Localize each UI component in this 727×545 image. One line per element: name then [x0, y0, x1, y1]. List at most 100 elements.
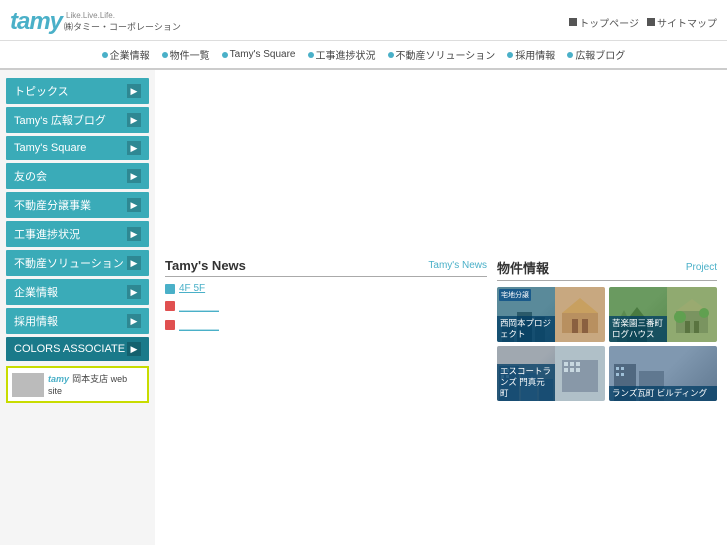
news-item-1: ＿＿＿＿ — [165, 298, 487, 313]
nav-label-6: 広報ブログ — [575, 47, 625, 62]
nav-dot-6 — [567, 52, 573, 58]
prop-overlay-1: 苦楽園三番町 ログハウス — [609, 316, 667, 342]
nav-item-2[interactable]: Tamy's Square — [218, 45, 300, 64]
sidebar-item-blog[interactable]: Tamy's 広報ブログ ▶ — [6, 107, 149, 133]
news-header: Tamy's News Tamy's News — [165, 258, 487, 277]
sidebar-arrow-blog: ▶ — [127, 113, 141, 127]
top-spacer — [165, 78, 717, 258]
nav-label-2: Tamy's Square — [230, 49, 296, 60]
page-wrapper: tamy Like.Live.Life. ㈱タミー・コーポレーション トップペー… — [0, 0, 727, 545]
company-name: ㈱タミー・コーポレーション — [64, 20, 181, 33]
prop-img-2: エスコートランズ 門真元町 — [497, 346, 555, 401]
sidebar-arrow-tomonokai: ▶ — [127, 169, 141, 183]
nav-item-6[interactable]: 広報ブログ — [563, 45, 629, 64]
tagline: Like.Live.Life. — [66, 11, 181, 21]
prop-card-3[interactable]: ランズ瓦町 ビルディング — [609, 346, 717, 401]
sidebar-item-tomonokai[interactable]: 友の会 ▶ — [6, 163, 149, 189]
nav-item-4[interactable]: 不動産ソリューション — [384, 45, 500, 64]
news-item-link-0[interactable]: 4F 5F — [179, 283, 205, 294]
header-link-sitemap[interactable]: サイトマップ — [647, 15, 717, 30]
sidebar-item-topics[interactable]: トピックス ▶ — [6, 78, 149, 104]
properties-header: 物件情報 Project — [497, 258, 717, 281]
prop-right-svg-2 — [558, 352, 602, 396]
prop-overlay-2: エスコートランズ 門真元町 — [497, 364, 555, 401]
sidebar-item-company[interactable]: 企業情報 ▶ — [6, 279, 149, 305]
sidebar-label-solution: 不動産ソリューション — [14, 255, 124, 271]
sidebar-arrow-company: ▶ — [127, 285, 141, 299]
sidebar-arrow-square: ▶ — [127, 141, 141, 155]
sidebar-item-square[interactable]: Tamy's Square ▶ — [6, 136, 149, 160]
main-content: トピックス ▶ Tamy's 広報ブログ ▶ Tamy's Square ▶ 友… — [0, 70, 727, 545]
prop-img-1: 苦楽園三番町 ログハウス — [609, 287, 667, 342]
home-icon — [569, 18, 577, 26]
branch-info: tamy 岡本支店 web site — [48, 372, 143, 397]
nav-dot-3 — [308, 52, 314, 58]
content-columns: Tamy's News Tamy's News 4F 5F ＿＿＿＿ ＿＿＿＿ — [165, 258, 717, 545]
nav-label-4: 不動産ソリューション — [396, 47, 496, 62]
sidebar-label-tomonokai: 友の会 — [14, 168, 47, 184]
nav-item-0[interactable]: 企業情報 — [98, 45, 154, 64]
news-item-link-2[interactable]: ＿＿＿＿ — [179, 317, 219, 332]
prop-img-3: ランズ瓦町 ビルディング — [609, 346, 717, 401]
logo-info: Like.Live.Life. ㈱タミー・コーポレーション — [62, 11, 181, 34]
prop-card-bg-1: 苦楽園三番町 ログハウス — [609, 287, 717, 342]
nav-bar: 企業情報 物件一覧 Tamy's Square 工事進捗状況 不動産ソリューショ… — [0, 41, 727, 70]
sidebar-label-recruit: 採用情報 — [14, 313, 58, 329]
news-section: Tamy's News Tamy's News 4F 5F ＿＿＿＿ ＿＿＿＿ — [165, 258, 487, 545]
nav-dot-0 — [102, 52, 108, 58]
news-link[interactable]: Tamy's News — [428, 260, 487, 271]
news-item-link-1[interactable]: ＿＿＿＿ — [179, 298, 219, 313]
prop-overlay-3: ランズ瓦町 ビルディング — [609, 386, 717, 401]
header: tamy Like.Live.Life. ㈱タミー・コーポレーション トップペー… — [0, 0, 727, 41]
prop-card-bg-3: ランズ瓦町 ビルディング — [609, 346, 717, 401]
nav-label-3: 工事進捗状況 — [316, 47, 376, 62]
prop-img-0: 宅地分譲 西岡本プロジェクト — [497, 287, 555, 342]
nav-dot-4 — [388, 52, 394, 58]
prop-card-0[interactable]: 宅地分譲 西岡本プロジェクト — [497, 287, 605, 342]
sidebar-item-realestate[interactable]: 不動産分譲事業 ▶ — [6, 192, 149, 218]
sidebar-label-colors: COLORS ASSOCIATE — [14, 343, 125, 355]
sidebar-label-construction: 工事進捗状況 — [14, 226, 80, 242]
sitemap-icon — [647, 18, 655, 26]
header-links: トップページ サイトマップ — [569, 15, 717, 30]
sidebar-item-construction[interactable]: 工事進捗状況 ▶ — [6, 221, 149, 247]
sidebar-item-solution[interactable]: 不動産ソリューション ▶ — [6, 250, 149, 276]
sidebar-label-realestate: 不動産分譲事業 — [14, 197, 91, 213]
news-title: Tamy's News — [165, 258, 246, 273]
nav-dot-1 — [162, 52, 168, 58]
sidebar-label-blog: Tamy's 広報ブログ — [14, 112, 106, 128]
content-area: Tamy's News Tamy's News 4F 5F ＿＿＿＿ ＿＿＿＿ — [155, 70, 727, 545]
sitemap-label: サイトマップ — [657, 15, 717, 30]
news-icon-2 — [165, 320, 175, 330]
sidebar-branch[interactable]: tamy 岡本支店 web site — [6, 366, 149, 403]
prop-right-svg-1 — [670, 293, 714, 337]
nav-label-0: 企業情報 — [110, 47, 150, 62]
prop-right-svg-0 — [558, 293, 602, 337]
nav-item-3[interactable]: 工事進捗状況 — [304, 45, 380, 64]
news-icon-1 — [165, 301, 175, 311]
prop-right-img-0 — [555, 287, 605, 342]
sidebar-item-recruit[interactable]: 採用情報 ▶ — [6, 308, 149, 334]
prop-right-img-2 — [555, 346, 605, 401]
sidebar-arrow-colors: ▶ — [127, 342, 141, 356]
top-page-label: トップページ — [579, 15, 639, 30]
prop-grid: 宅地分譲 西岡本プロジェクト — [497, 287, 717, 401]
nav-label-1: 物件一覧 — [170, 47, 210, 62]
logo-area: tamy Like.Live.Life. ㈱タミー・コーポレーション — [10, 8, 181, 36]
header-link-top[interactable]: トップページ — [569, 15, 639, 30]
nav-label-5: 採用情報 — [515, 47, 555, 62]
prop-card-bg-0: 宅地分譲 西岡本プロジェクト — [497, 287, 605, 342]
prop-card-1[interactable]: 苦楽園三番町 ログハウス — [609, 287, 717, 342]
prop-right-img-1 — [667, 287, 717, 342]
nav-item-5[interactable]: 採用情報 — [503, 45, 559, 64]
sidebar-item-colors[interactable]: COLORS ASSOCIATE ▶ — [6, 337, 149, 361]
sidebar-arrow-construction: ▶ — [127, 227, 141, 241]
branch-thumbnail — [12, 373, 44, 397]
properties-link[interactable]: Project — [686, 262, 717, 273]
logo: tamy — [10, 8, 62, 36]
sidebar-label-topics: トピックス — [14, 83, 69, 99]
prop-card-2[interactable]: エスコートランズ 門真元町 — [497, 346, 605, 401]
sidebar-label-company: 企業情報 — [14, 284, 58, 300]
news-icon-0 — [165, 284, 175, 294]
nav-item-1[interactable]: 物件一覧 — [158, 45, 214, 64]
